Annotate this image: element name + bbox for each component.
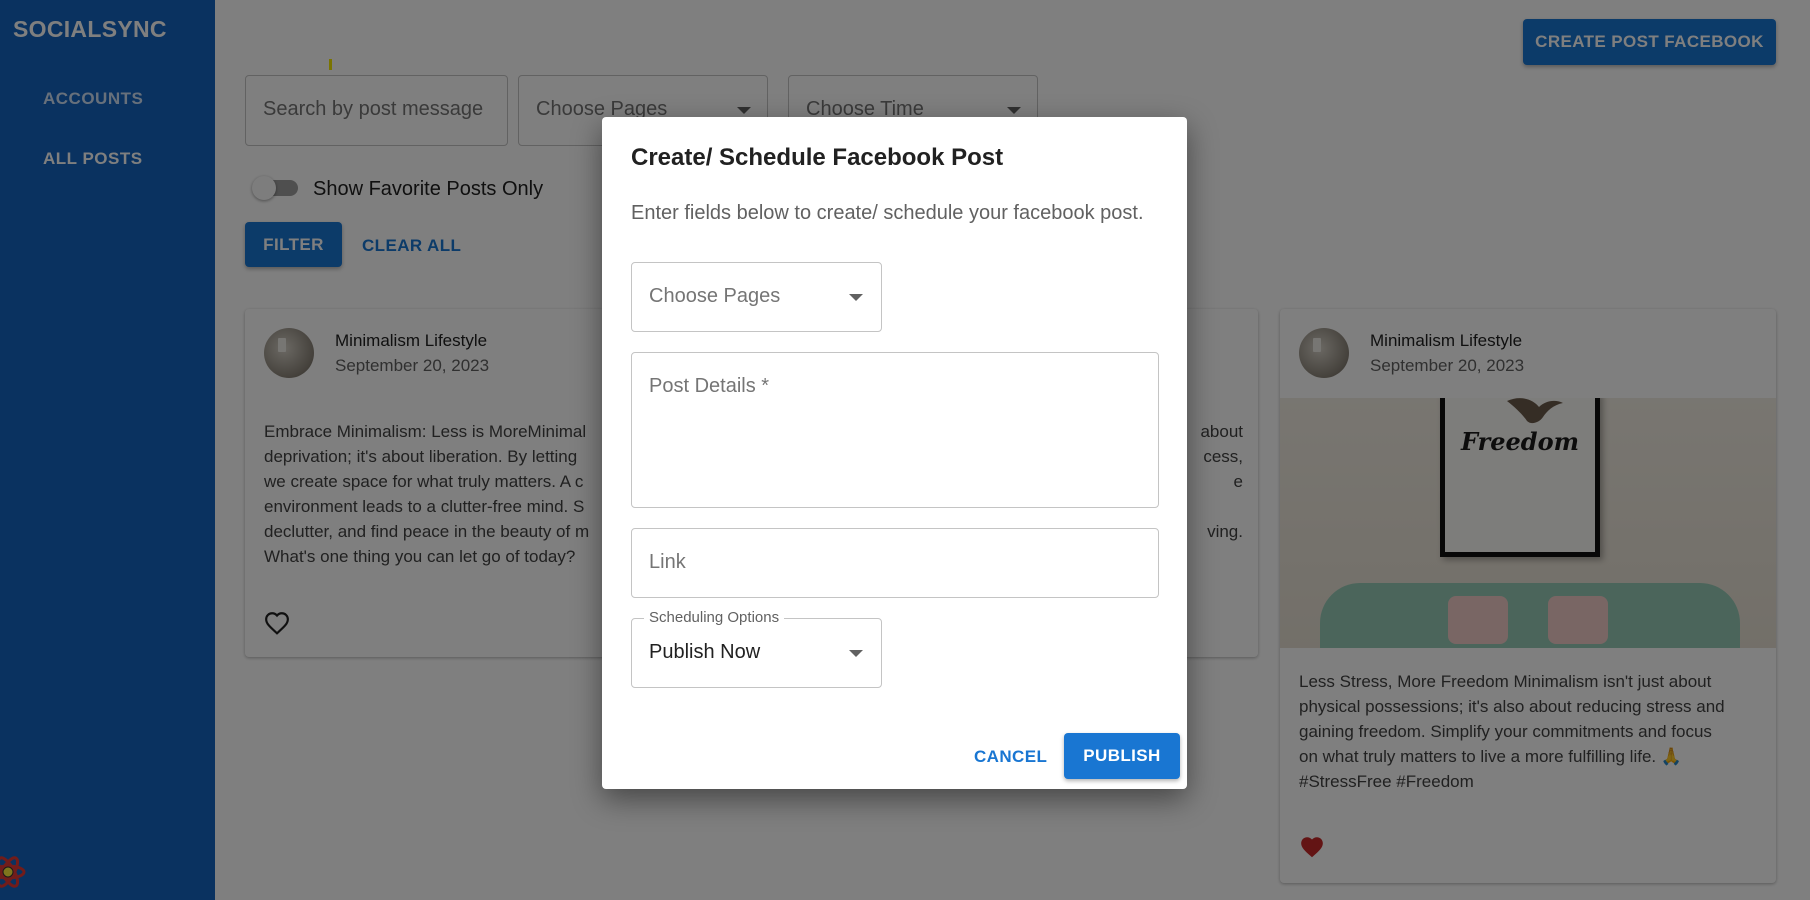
chevron-down-icon: [849, 650, 863, 657]
post-details-textarea[interactable]: Post Details *: [631, 352, 1159, 508]
dialog-title: Create/ Schedule Facebook Post: [631, 144, 1004, 171]
choose-pages-placeholder: Choose Pages: [649, 285, 781, 307]
publish-button[interactable]: PUBLISH: [1064, 733, 1180, 779]
scheduling-options-select[interactable]: Scheduling Options Publish Now: [631, 609, 882, 688]
link-placeholder: Link: [649, 551, 686, 573]
create-post-dialog: Create/ Schedule Facebook Post Enter fie…: [602, 117, 1187, 789]
dialog-choose-pages-select[interactable]: Choose Pages: [631, 262, 882, 332]
cancel-button[interactable]: CANCEL: [974, 747, 1047, 767]
dialog-description: Enter fields below to create/ schedule y…: [631, 202, 1144, 224]
post-details-placeholder: Post Details *: [649, 375, 770, 397]
link-input[interactable]: Link: [631, 528, 1159, 598]
scheduling-options-label: Scheduling Options: [644, 609, 785, 626]
chevron-down-icon: [849, 294, 863, 301]
scheduling-options-value: Publish Now: [649, 641, 761, 663]
